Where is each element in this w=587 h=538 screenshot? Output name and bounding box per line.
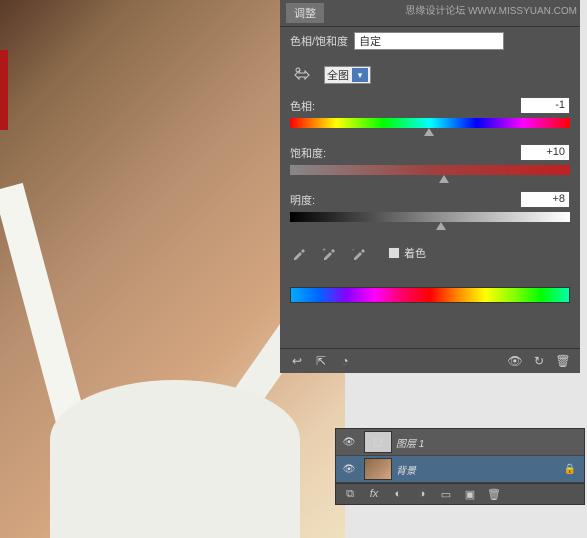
saturation-value-input[interactable]: +10 — [520, 144, 570, 161]
delete-layer-icon[interactable]: 🗑 — [486, 487, 502, 501]
dropdown-arrow-icon: ▾ — [352, 68, 368, 82]
panel-tab[interactable]: 调整 — [286, 3, 324, 23]
group-icon[interactable]: ▭ — [438, 487, 454, 501]
return-arrow-icon[interactable]: ↩ — [288, 353, 306, 369]
lightness-slider[interactable] — [290, 212, 570, 224]
hue-slider-section: 色相: -1 — [280, 93, 580, 140]
scope-row: 全图 ▾ — [280, 55, 580, 93]
adjustment-type-label: 色相/饱和度 — [290, 33, 348, 49]
eyedropper-plus-icon[interactable]: + — [320, 244, 338, 262]
mask-icon[interactable]: ◐ — [390, 487, 406, 501]
eyedropper-icon[interactable] — [290, 244, 308, 262]
expand-icon[interactable]: ⇱ — [312, 353, 330, 369]
panel-footer: ↩ ⇱ ◔ 👁 ↻ 🗑 — [280, 348, 580, 373]
layer-thumbnail[interactable] — [364, 458, 392, 480]
lightness-thumb[interactable] — [436, 222, 446, 230]
saturation-slider[interactable] — [290, 165, 570, 177]
clip-icon[interactable]: ◔ — [336, 353, 354, 369]
visibility-icon[interactable]: 👁 — [506, 353, 524, 369]
ui-edge — [0, 50, 8, 130]
colorize-checkbox-wrap[interactable]: 着色 — [388, 245, 426, 261]
lightness-value-input[interactable]: +8 — [520, 191, 570, 208]
color-range-select[interactable]: 全图 ▾ — [324, 66, 371, 84]
color-range-value: 全图 — [327, 67, 349, 83]
svg-text:+: + — [322, 247, 326, 254]
lightness-slider-section: 明度: +8 — [280, 187, 580, 234]
layer-thumbnail[interactable]: ▢ — [364, 431, 392, 453]
fx-icon[interactable]: fx — [366, 487, 382, 501]
eyedropper-row: + - 着色 — [280, 234, 580, 272]
saturation-slider-section: 饱和度: +10 — [280, 140, 580, 187]
link-layers-icon[interactable]: ⧉ — [342, 487, 358, 501]
hue-label: 色相: — [290, 98, 315, 114]
reset-icon[interactable]: ↻ — [530, 353, 548, 369]
color-spectrum-bar[interactable] — [290, 287, 570, 303]
adjustment-layer-icon[interactable]: ◑ — [414, 487, 430, 501]
lock-icon: 🔒 — [564, 464, 576, 475]
visibility-toggle[interactable]: 👁 — [338, 437, 360, 448]
layer-name[interactable]: 图层 1 — [396, 435, 424, 450]
saturation-thumb[interactable] — [439, 175, 449, 183]
adjustment-type-row: 色相/饱和度 — [280, 27, 580, 55]
hue-thumb[interactable] — [424, 128, 434, 136]
image-content — [50, 380, 300, 538]
svg-text:-: - — [352, 247, 355, 254]
layer-name[interactable]: 背景 — [396, 462, 416, 477]
eyedropper-minus-icon[interactable]: - — [350, 244, 368, 262]
adjustments-panel: 调整 色相/饱和度 全图 ▾ 色相: -1 饱和度: +10 — [280, 0, 580, 373]
hue-slider[interactable] — [290, 118, 570, 130]
visibility-toggle[interactable]: 👁 — [338, 464, 360, 475]
layers-footer: ⧉ fx ◐ ◑ ▭ ▣ 🗑 — [336, 483, 584, 504]
layer-row[interactable]: 👁 ▢ 图层 1 — [336, 429, 584, 456]
colorize-label: 着色 — [404, 245, 426, 261]
trash-icon[interactable]: 🗑 — [554, 353, 572, 369]
watermark-text: 思缘设计论坛 WWW.MISSYUAN.COM — [405, 2, 577, 17]
layers-panel: 👁 ▢ 图层 1 👁 背景 🔒 ⧉ fx ◐ ◑ ▭ ▣ 🗑 — [335, 428, 585, 505]
layer-row[interactable]: 👁 背景 🔒 — [336, 456, 584, 483]
hue-value-input[interactable]: -1 — [520, 97, 570, 114]
colorize-checkbox[interactable] — [388, 247, 400, 259]
lightness-label: 明度: — [290, 192, 315, 208]
saturation-label: 饱和度: — [290, 145, 326, 161]
targeted-adjust-icon[interactable] — [290, 65, 314, 85]
preset-select[interactable] — [354, 32, 504, 50]
new-layer-icon[interactable]: ▣ — [462, 487, 478, 501]
